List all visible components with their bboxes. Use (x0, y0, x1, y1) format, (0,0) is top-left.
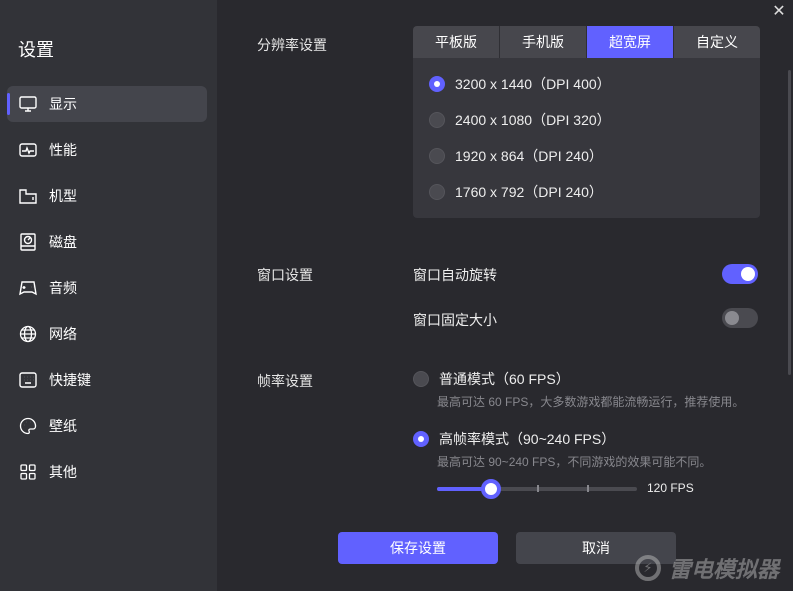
globe-icon (19, 325, 37, 343)
radio-selected[interactable] (413, 431, 429, 447)
sidebar: 设置 显示 性能 机型 磁盘 音频 网络 快捷键 壁纸 其他 (0, 0, 217, 591)
sidebar-item-wallpaper[interactable]: 壁纸 (7, 408, 207, 444)
resolution-option[interactable]: 2400 x 1080（DPI 320） (429, 110, 611, 130)
radio-selected[interactable] (429, 76, 445, 92)
grid-icon (19, 463, 37, 481)
fixed-size-toggle[interactable] (722, 308, 758, 328)
folder-icon (19, 187, 37, 205)
sidebar-item-model[interactable]: 机型 (7, 178, 207, 214)
option-label: 普通模式（60 FPS） (439, 371, 570, 387)
option-label: 高帧率模式（90~240 FPS） (439, 431, 616, 447)
tab-custom[interactable]: 自定义 (674, 26, 760, 58)
normal-mode-desc: 最高可达 60 FPS，大多数游戏都能流畅运行，推荐使用。 (437, 395, 745, 409)
sidebar-item-label: 其他 (49, 464, 77, 480)
slider-tick (587, 485, 589, 492)
sidebar-item-label: 网络 (49, 326, 77, 342)
fixed-size-label: 窗口固定大小 (413, 312, 497, 328)
high-mode-desc: 最高可达 90~240 FPS，不同游戏的效果可能不同。 (437, 455, 712, 469)
normal-mode-option[interactable]: 普通模式（60 FPS） (413, 369, 570, 389)
auto-rotate-toggle[interactable] (722, 264, 758, 284)
option-label: 3200 x 1440（DPI 400） (455, 76, 611, 92)
radio[interactable] (429, 148, 445, 164)
sidebar-item-label: 磁盘 (49, 234, 77, 250)
settings-content: ✕ 分辨率设置 平板版 手机版 超宽屏 自定义 3200 x 1440（DPI … (217, 0, 793, 591)
logo-text: 雷电模拟器 (669, 557, 780, 582)
sidebar-item-disk[interactable]: 磁盘 (7, 224, 207, 260)
disk-icon (19, 233, 37, 251)
resolution-tabs: 平板版 手机版 超宽屏 自定义 (413, 26, 760, 58)
slider-thumb[interactable] (481, 479, 501, 499)
slider-tick (537, 485, 539, 492)
radio[interactable] (413, 371, 429, 387)
resolution-option[interactable]: 3200 x 1440（DPI 400） (429, 74, 611, 94)
sidebar-item-label: 音频 (49, 280, 77, 296)
save-button[interactable]: 保存设置 (338, 532, 498, 564)
option-label: 2400 x 1080（DPI 320） (455, 112, 611, 128)
framerate-label: 帧率设置 (257, 373, 313, 389)
gamepad-icon (19, 279, 37, 297)
fps-slider[interactable] (437, 479, 637, 499)
fps-value: 120 FPS (647, 481, 694, 495)
tab-ultrawide[interactable]: 超宽屏 (587, 26, 674, 58)
high-mode-option[interactable]: 高帧率模式（90~240 FPS） (413, 429, 615, 449)
sidebar-item-label: 显示 (49, 96, 77, 112)
resolution-option[interactable]: 1920 x 864（DPI 240） (429, 146, 603, 166)
option-label: 1920 x 864（DPI 240） (455, 148, 603, 164)
sidebar-item-label: 机型 (49, 188, 77, 204)
sidebar-item-shortcuts[interactable]: 快捷键 (7, 362, 207, 398)
sidebar-item-other[interactable]: 其他 (7, 454, 207, 490)
tab-phone[interactable]: 手机版 (500, 26, 587, 58)
resolution-label: 分辨率设置 (257, 37, 327, 53)
monitor-icon (19, 95, 37, 113)
palette-icon (19, 417, 37, 435)
sidebar-item-performance[interactable]: 性能 (7, 132, 207, 168)
settings-title: 设置 (18, 40, 54, 60)
lightning-icon: ⚡ (635, 555, 661, 581)
scrollbar[interactable] (788, 70, 791, 375)
sidebar-item-display[interactable]: 显示 (7, 86, 207, 122)
auto-rotate-label: 窗口自动旋转 (413, 267, 497, 283)
sidebar-item-audio[interactable]: 音频 (7, 270, 207, 306)
window-label: 窗口设置 (257, 267, 313, 283)
ldplayer-logo: ⚡ 雷电模拟器 (635, 552, 779, 584)
pulse-icon (19, 141, 37, 159)
sidebar-item-label: 快捷键 (49, 372, 91, 388)
keyboard-icon (19, 371, 37, 389)
sidebar-item-label: 壁纸 (49, 418, 77, 434)
radio[interactable] (429, 112, 445, 128)
option-label: 1760 x 792（DPI 240） (455, 184, 603, 200)
resolution-options: 3200 x 1440（DPI 400） 2400 x 1080（DPI 320… (413, 58, 760, 218)
resolution-option[interactable]: 1760 x 792（DPI 240） (429, 182, 603, 202)
sidebar-item-network[interactable]: 网络 (7, 316, 207, 352)
radio[interactable] (429, 184, 445, 200)
tab-tablet[interactable]: 平板版 (413, 26, 500, 58)
close-icon[interactable]: ✕ (771, 4, 787, 20)
sidebar-item-label: 性能 (49, 142, 77, 158)
